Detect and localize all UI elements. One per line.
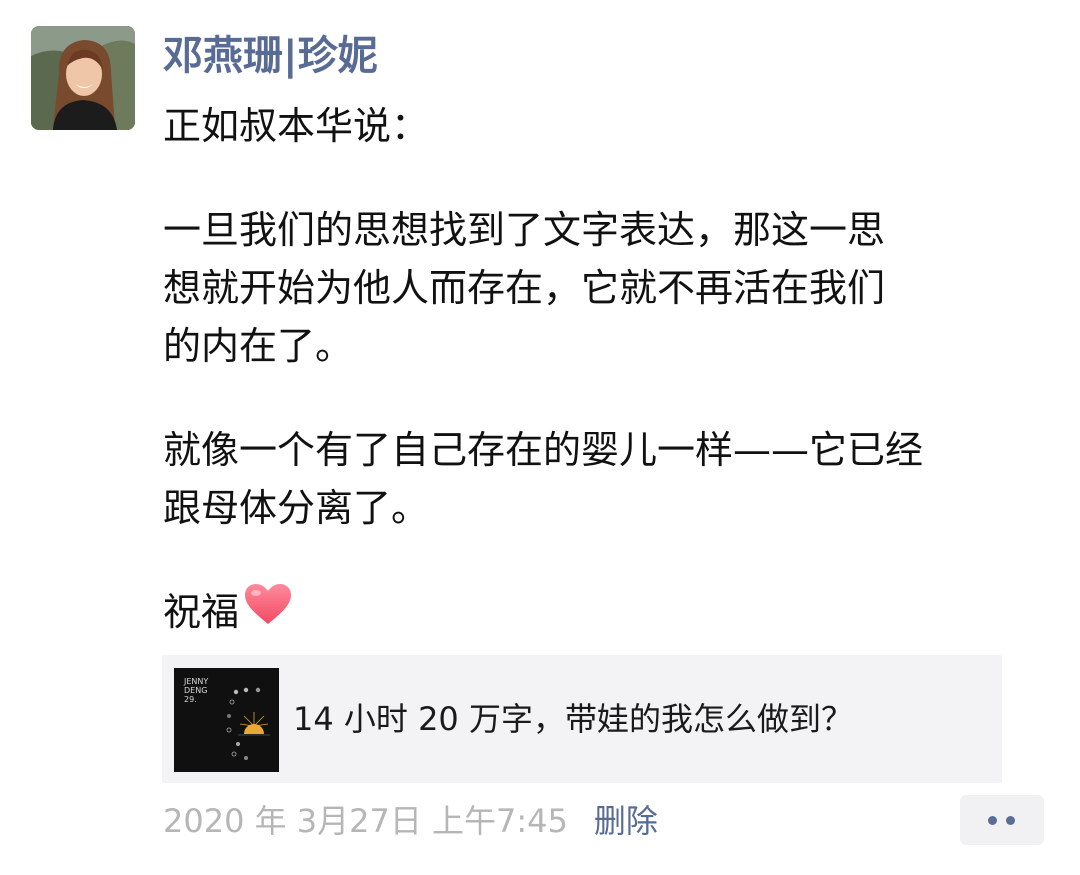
thumbnail-caption-line: JENNY: [184, 677, 209, 686]
more-dots-icon: [1006, 816, 1015, 825]
post-line: 一旦我们的思想找到了文字表达，那这一思: [163, 208, 886, 252]
post-line: 正如叔本华说：: [163, 104, 430, 148]
post-line: 的内在了。: [163, 324, 354, 368]
avatar[interactable]: [31, 26, 135, 130]
post-line: 祝福: [163, 590, 240, 634]
thumbnail-caption-line: DENG: [184, 686, 208, 695]
article-thumbnail: JENNY DENG 29.: [174, 668, 279, 772]
more-actions-button[interactable]: [960, 795, 1044, 845]
delete-link[interactable]: 删除: [594, 802, 658, 840]
post-line: 想就开始为他人而存在，它就不再活在我们: [163, 266, 886, 310]
post-meta: 2020 年 3月27日 上午7:45 删除: [163, 797, 658, 845]
post-blank-line: [163, 537, 1043, 583]
thumbnail-caption-line: 29.: [184, 695, 197, 704]
avatar-photo: [31, 26, 135, 130]
post-line: 跟母体分离了。: [163, 486, 430, 530]
post-line: 就像一个有了自己存在的婴儿一样——它已经: [163, 428, 924, 472]
heart-emoji-icon: [243, 582, 293, 642]
post-last-line: 祝福: [163, 583, 1043, 641]
shared-article-title[interactable]: 14 小时 20 万字，带娃的我怎么做到？: [293, 696, 853, 742]
post-blank-line: [163, 155, 1043, 201]
thumbnail-caption: JENNY DENG 29.: [184, 677, 208, 704]
post-timestamp: 2020 年 3月27日 上午7:45: [163, 802, 568, 840]
post-author-name[interactable]: 邓燕珊|珍妮: [163, 30, 378, 82]
post-body: 正如叔本华说： 一旦我们的思想找到了文字表达，那这一思 想就开始为他人而存在，它…: [163, 97, 1043, 641]
shared-article-card[interactable]: JENNY DENG 29. 14 小时 20 万字，带娃的我怎么做到？: [162, 655, 1002, 783]
post-blank-line: [163, 375, 1043, 421]
more-dots-icon: [988, 816, 997, 825]
moon-phases-icon: [226, 687, 270, 760]
